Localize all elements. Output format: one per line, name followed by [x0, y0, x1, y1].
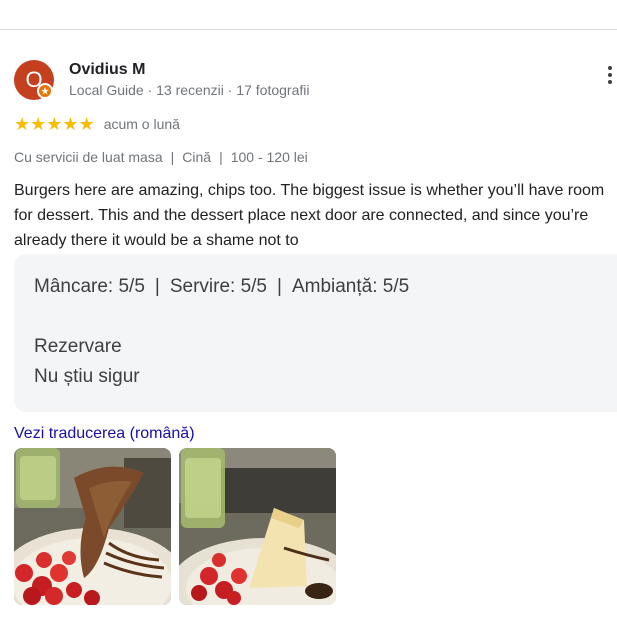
more-vert-icon[interactable]	[604, 66, 616, 94]
photo-dessert-cheesecake	[179, 448, 336, 605]
reservation-title: Rezervare	[34, 336, 122, 357]
tag-separator: |	[219, 149, 223, 165]
tag-price: 100 - 120 lei	[230, 149, 308, 165]
author-meta: Local Guide · 13 recenzii · 17 fotografi…	[69, 82, 310, 98]
star-badge-glyph	[41, 87, 49, 95]
photo-dessert-chocolate	[14, 448, 171, 605]
tag-separator: |	[170, 149, 175, 165]
author-name[interactable]: Ovidius M	[69, 61, 145, 79]
rating-row: ★★★★★ acum o lună	[14, 114, 180, 134]
tag-meal: Cină	[182, 149, 212, 165]
attr-separator: |	[277, 276, 282, 297]
attr-atmosphere: Ambianță: 5/5	[291, 276, 410, 297]
attribute-ratings: Mâncare: 5/5 | Servire: 5/5 | Ambianță: 5/5	[34, 276, 409, 298]
attr-food: Mâncare: 5/5	[34, 276, 145, 297]
more-dot	[608, 80, 612, 84]
review-text: Burgers here are amazing, chips too. The…	[14, 182, 605, 249]
top-divider	[0, 29, 617, 30]
more-dot	[608, 73, 612, 77]
review-date: acum o lună	[103, 116, 180, 132]
review-tags: Cu servicii de luat masa | Cină | 100 - 120 …	[14, 149, 308, 165]
review-photo[interactable]	[14, 448, 171, 605]
reservation-value: Nu știu sigur	[34, 366, 140, 387]
star-rating-icon: ★★★★★	[14, 114, 95, 134]
see-translation-link[interactable]: Vezi traducerea (română)	[14, 425, 195, 443]
tag-service: Cu servicii de luat masa	[14, 149, 163, 165]
local-guide-badge-icon	[37, 83, 53, 99]
more-dot	[608, 66, 612, 70]
attr-service: Servire: 5/5	[169, 276, 267, 297]
attr-separator: |	[154, 276, 160, 297]
review-photo[interactable]	[179, 448, 336, 605]
